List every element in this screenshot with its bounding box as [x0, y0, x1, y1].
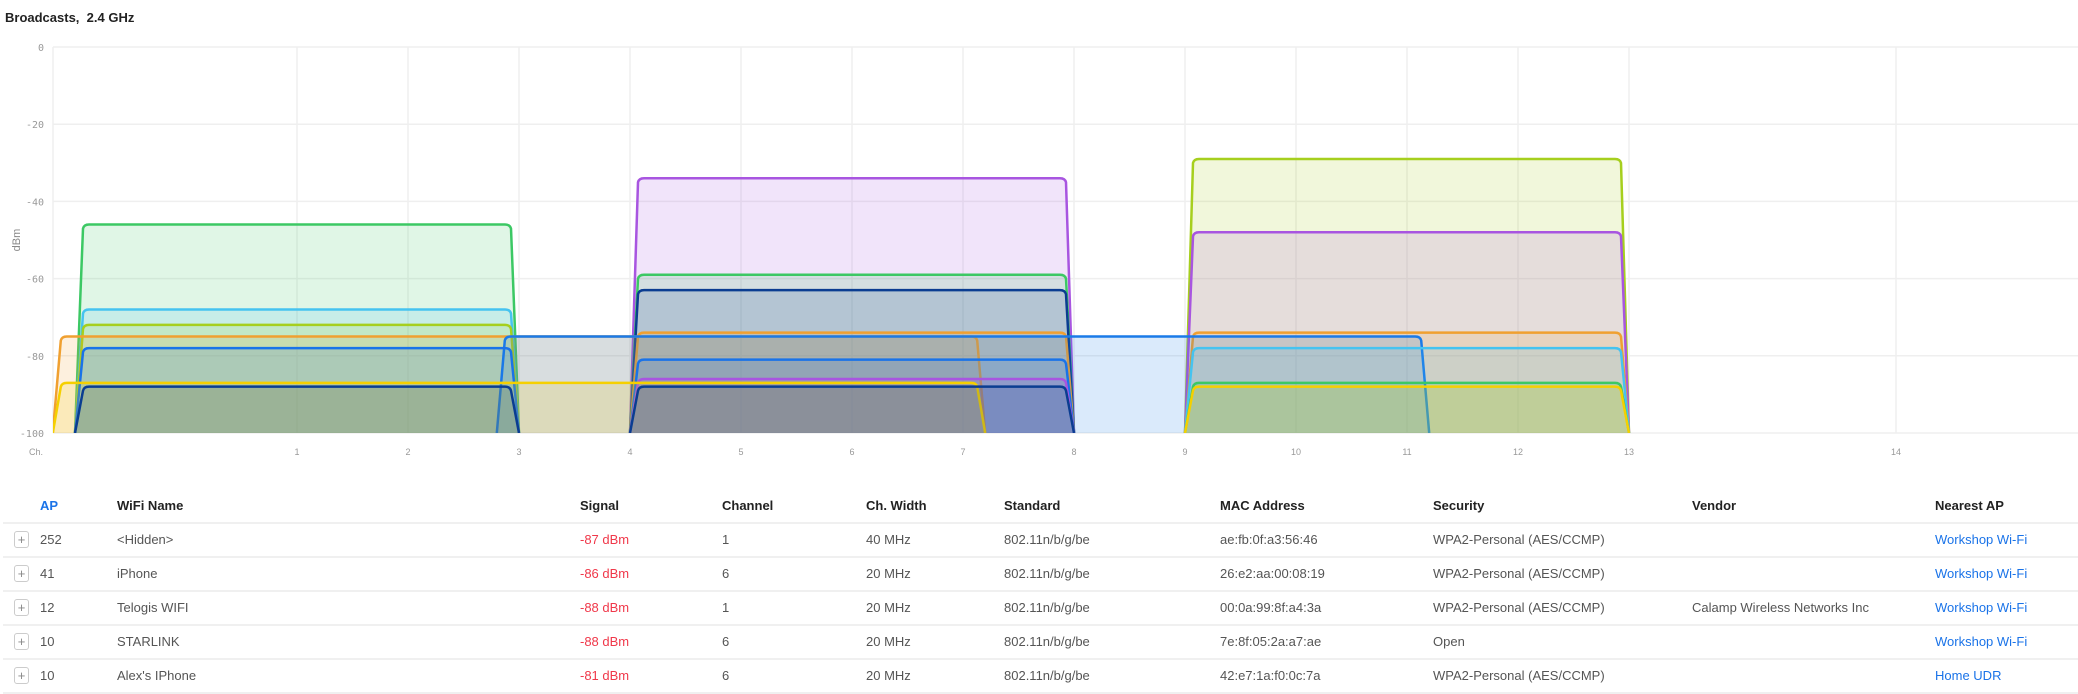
y-tick-label: -40 — [26, 197, 44, 208]
cell-nearest[interactable]: Home UDR — [1935, 668, 2001, 683]
cell-width: 20 MHz — [866, 600, 911, 615]
x-axis-label: Ch. — [29, 447, 43, 457]
expand-plus-icon[interactable]: + — [14, 633, 29, 650]
x-tick-label: 2 — [405, 447, 410, 457]
y-tick-label: -20 — [26, 120, 44, 131]
cell-nearest[interactable]: Workshop Wi-Fi — [1935, 600, 2027, 615]
cell-signal: -88 dBm — [580, 600, 630, 615]
x-tick-label: 6 — [849, 447, 854, 457]
cell-name: STARLINK — [117, 634, 180, 649]
header-security[interactable]: Security — [1433, 498, 1484, 513]
cell-name: Alex's IPhone — [117, 668, 197, 683]
x-tick-label: 4 — [627, 447, 632, 457]
cell-standard: 802.11n/b/g/be — [1004, 600, 1090, 615]
x-tick-label: 5 — [738, 447, 743, 457]
cell-mac: 42:e7:1a:f0:0c:7a — [1220, 668, 1321, 683]
x-tick-label: 10 — [1291, 447, 1301, 457]
cell-ap: 12 — [40, 600, 55, 615]
cell-width: 20 MHz — [866, 634, 911, 649]
y-tick-label: -100 — [20, 429, 44, 440]
cell-name: <Hidden> — [117, 532, 174, 547]
cell-name: iPhone — [117, 566, 158, 581]
header-standard[interactable]: Standard — [1004, 498, 1060, 513]
cell-security: WPA2-Personal (AES/CCMP) — [1433, 600, 1605, 615]
cell-signal: -81 dBm — [580, 668, 630, 683]
cell-nearest[interactable]: Workshop Wi-Fi — [1935, 566, 2027, 581]
cell-standard: 802.11n/b/g/be — [1004, 532, 1090, 547]
cell-ap: 252 — [40, 532, 62, 547]
cell-channel: 1 — [722, 600, 730, 615]
cell-signal: -88 dBm — [580, 634, 630, 649]
cell-channel: 6 — [722, 634, 730, 649]
cell-security: WPA2-Personal (AES/CCMP) — [1433, 532, 1605, 547]
cell-vendor: Calamp Wireless Networks Inc — [1692, 600, 1869, 615]
y-tick-label: 0 — [38, 43, 44, 54]
cell-channel: 6 — [722, 566, 730, 581]
header-ap[interactable]: AP — [40, 498, 58, 513]
channel-chart: 0-20-40-60-80-1001 2 3 4 5 6 7 8 9 10 11 12 13 14Ch.d… — [11, 43, 2078, 457]
x-tick-label: 3 — [516, 447, 521, 457]
header-nearest-ap[interactable]: Nearest AP — [1935, 498, 2004, 513]
cell-nearest[interactable]: Workshop Wi-Fi — [1935, 634, 2027, 649]
x-tick-label: 11 — [1402, 447, 1411, 457]
networks-table: AP WiFi Name Signal Channel Ch. Width St… — [3, 488, 2078, 694]
table-row[interactable]: +12 Telogis WIFI -88 dBm 1 20 MHz 802.11n/b/g… — [3, 592, 2078, 626]
table-row[interactable]: +10 STARLINK -88 dBm 6 20 MHz 802.11n/b/g/be 7… — [3, 626, 2078, 660]
table-row[interactable]: +252 <Hidden> -87 dBm 1 40 MHz 802.11n/b/g/be… — [3, 524, 2078, 558]
expand-plus-icon[interactable]: + — [14, 531, 29, 548]
x-tick-label: 1 — [294, 447, 299, 457]
network-signal-area — [630, 386, 1074, 433]
cell-width: 20 MHz — [866, 566, 911, 581]
header-mac[interactable]: MAC Address — [1220, 498, 1305, 513]
expand-plus-icon[interactable]: + — [14, 599, 29, 616]
network-signal-area — [1185, 386, 1629, 433]
cell-standard: 802.11n/b/g/be — [1004, 634, 1090, 649]
cell-channel: 1 — [722, 532, 730, 547]
cell-nearest[interactable]: Workshop Wi-Fi — [1935, 532, 2027, 547]
header-vendor[interactable]: Vendor — [1692, 498, 1736, 513]
cell-mac: 7e:8f:05:2a:a7:ae — [1220, 634, 1322, 649]
cell-signal: -86 dBm — [580, 566, 630, 581]
x-tick-label: 14 — [1891, 447, 1901, 457]
x-tick-label: 9 — [1182, 447, 1187, 457]
x-tick-label: 7 — [960, 447, 965, 457]
cell-standard: 802.11n/b/g/be — [1004, 566, 1090, 581]
cell-security: WPA2-Personal (AES/CCMP) — [1433, 566, 1605, 581]
header-wifi-name[interactable]: WiFi Name — [117, 498, 183, 513]
table-row[interactable]: +41 iPhone -86 dBm 6 20 MHz 802.11n/b/g/be 26:… — [3, 558, 2078, 592]
x-tick-label: 13 — [1624, 447, 1634, 457]
cell-width: 20 MHz — [866, 668, 911, 683]
table-header: AP WiFi Name Signal Channel Ch. Width St… — [3, 488, 2078, 524]
y-axis-label: dBm — [11, 229, 23, 252]
cell-security: Open — [1433, 634, 1465, 649]
cell-ap: 10 — [40, 668, 55, 683]
cell-ap: 10 — [40, 634, 55, 649]
cell-name: Telogis WIFI — [117, 600, 189, 615]
header-signal[interactable]: Signal — [580, 498, 619, 513]
cell-ap: 41 — [40, 566, 55, 581]
table-row[interactable]: +10 Alex's IPhone -81 dBm 6 20 MHz 802.11n/b/… — [3, 660, 2078, 694]
network-signal-area — [75, 386, 519, 433]
cell-width: 40 MHz — [866, 532, 911, 547]
x-tick-label: 12 — [1513, 447, 1523, 457]
cell-mac: ae:fb:0f:a3:56:46 — [1220, 532, 1318, 547]
cell-channel: 6 — [722, 668, 730, 683]
y-tick-label: -80 — [26, 352, 44, 363]
cell-signal: -87 dBm — [580, 532, 630, 547]
header-channel[interactable]: Channel — [722, 498, 773, 513]
expand-plus-icon[interactable]: + — [14, 565, 29, 582]
cell-mac: 26:e2:aa:00:08:19 — [1220, 566, 1325, 581]
cell-security: WPA2-Personal (AES/CCMP) — [1433, 668, 1605, 683]
cell-mac: 00:0a:99:8f:a4:3a — [1220, 600, 1322, 615]
cell-standard: 802.11n/b/g/be — [1004, 668, 1090, 683]
x-tick-label: 8 — [1071, 447, 1076, 457]
y-tick-label: -60 — [26, 275, 44, 286]
header-ch-width[interactable]: Ch. Width — [866, 498, 927, 513]
expand-plus-icon[interactable]: + — [14, 667, 29, 684]
